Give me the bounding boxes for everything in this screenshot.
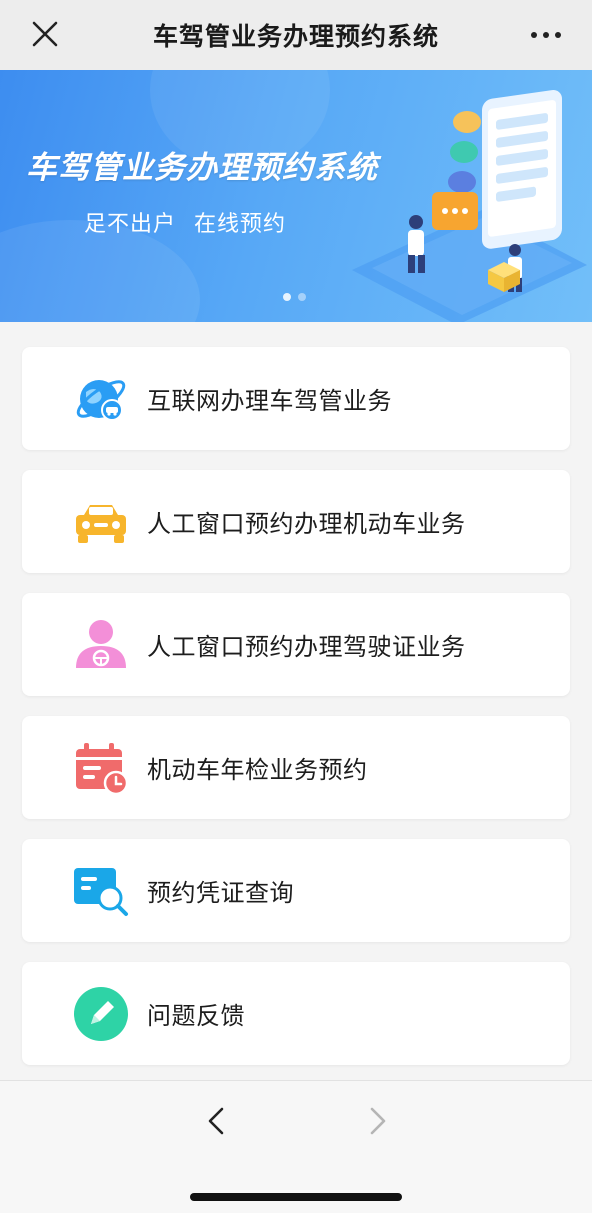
banner-subtitle: 足不出户 在线预约 [84,212,286,237]
menu-item-label: 互联网办理车驾管业务 [147,387,392,415]
menu-item-label: 预约凭证查询 [147,879,294,907]
page-title: 车驾管业务办理预约系统 [152,22,439,51]
close-icon[interactable] [28,17,62,51]
calendar-clock-icon [76,742,129,795]
banner-title: 车驾管业务办理预约系统 [26,150,378,186]
menu-item-annual-inspection[interactable]: 机动车年检业务预约 [22,716,570,819]
more-icon[interactable] [526,18,566,52]
car-icon [76,504,126,543]
home-indicator [190,1193,402,1201]
person-icon [76,619,126,668]
carousel-dot[interactable] [298,293,306,301]
globe-car-icon [76,379,126,421]
menu-item-license-window[interactable]: 人工窗口预约办理驾驶证业务 [22,593,570,696]
banner-illustration [352,90,587,322]
menu-item-vehicle-window[interactable]: 人工窗口预约办理机动车业务 [22,470,570,573]
menu-item-voucher-query[interactable]: 预约凭证查询 [22,839,570,942]
menu-item-label: 问题反馈 [147,1002,245,1030]
bottom-toolbar [0,1080,592,1213]
carousel-dots [283,293,306,301]
menu-item-label: 人工窗口预约办理机动车业务 [147,510,466,538]
banner-carousel[interactable]: 车驾管业务办理预约系统 足不出户 在线预约 [0,70,592,322]
top-nav-bar: 车驾管业务办理预约系统 [0,0,592,70]
pencil-icon [74,986,128,1041]
menu-item-online-business[interactable]: 互联网办理车驾管业务 [22,347,570,450]
carousel-dot-active[interactable] [283,293,291,301]
menu-item-label: 机动车年检业务预约 [147,756,368,784]
chevron-left-icon[interactable] [200,1101,234,1141]
menu-item-label: 人工窗口预约办理驾驶证业务 [147,633,466,661]
document-search-icon [74,867,128,916]
page: 车驾管业务办理预约系统 车驾管业务办理预约系统 足不出户 在线预约 互联网办理车… [0,0,592,1213]
service-menu: 互联网办理车驾管业务 人工窗口预约办理机动车业务 人工窗口预约办理驾驶证业务 机… [22,347,570,1085]
menu-item-feedback[interactable]: 问题反馈 [22,962,570,1065]
chevron-right-icon[interactable] [360,1101,394,1141]
